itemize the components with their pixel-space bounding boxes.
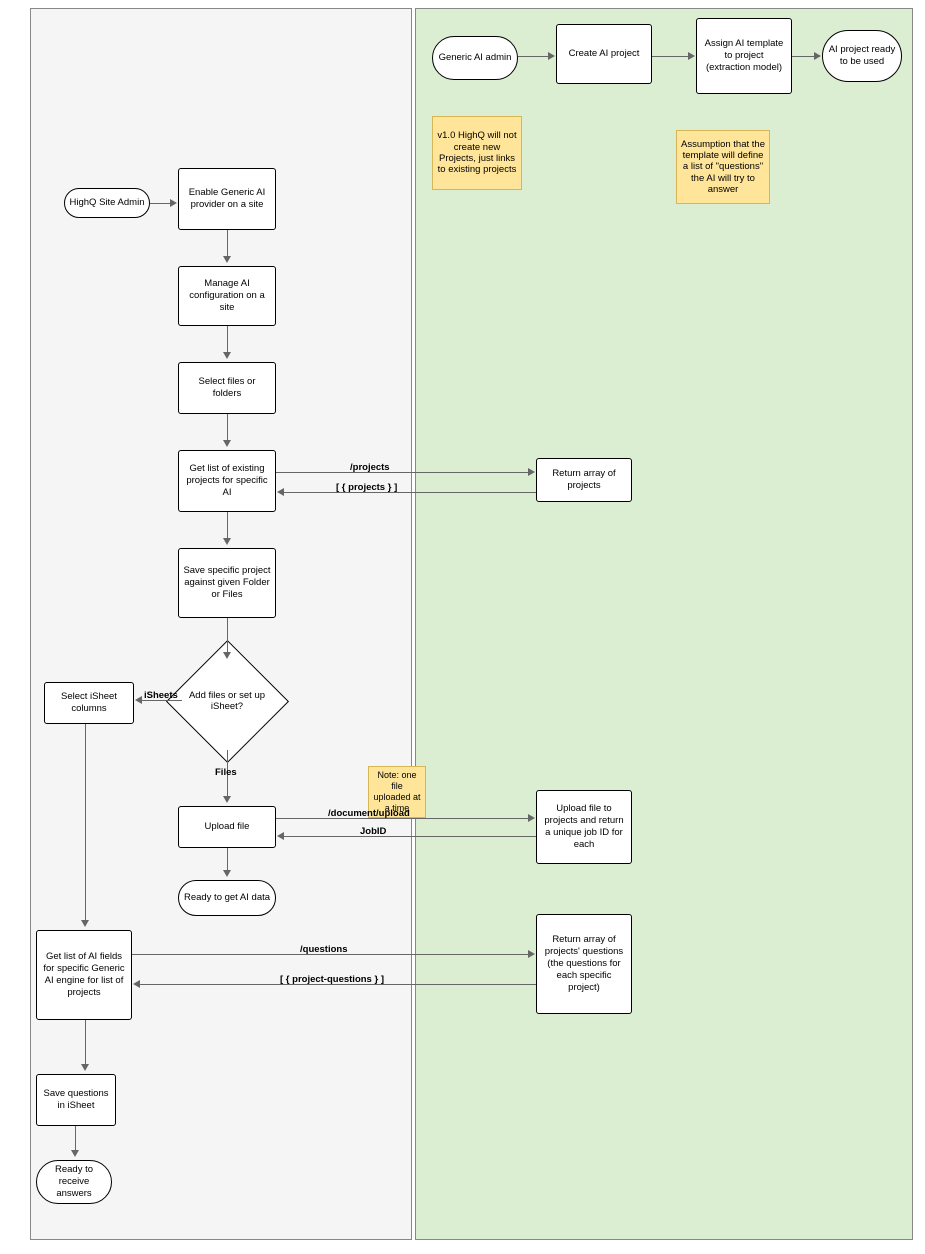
node-select-isheet-columns: Select iSheet columns — [44, 682, 134, 724]
swimlane-generic-ai — [415, 8, 913, 1240]
node-get-ai-fields: Get list of AI fields for specific Gener… — [36, 930, 132, 1020]
decision-label: Add files or set up iSheet? — [178, 690, 276, 713]
node-create-ai-project: Create AI project — [556, 24, 652, 84]
edge-label-questions-resp: [ { project-questions } ] — [280, 975, 384, 985]
edge-label-files: Files — [215, 768, 237, 778]
node-get-projects: Get list of existing projects for specif… — [178, 450, 276, 512]
node-return-questions: Return array of projects' questions (the… — [536, 914, 632, 1014]
sticky-assumption: Assumption that the template will define… — [676, 130, 770, 204]
edge-label-isheets: iSheets — [144, 691, 178, 701]
node-upload-return-jobid: Upload file to projects and return a uni… — [536, 790, 632, 864]
node-upload-file: Upload file — [178, 806, 276, 848]
node-return-projects: Return array of projects — [536, 458, 632, 502]
edge-label-upload-resp: JobID — [360, 827, 386, 837]
terminator-highq-admin: HighQ Site Admin — [64, 188, 150, 218]
node-assign-template: Assign AI template to project (extractio… — [696, 18, 792, 94]
sticky-v1-note: v1.0 HighQ will not create new Projects,… — [432, 116, 522, 190]
terminator-ready-ai-data: Ready to get AI data — [178, 880, 276, 916]
node-manage-config: Manage AI configuration on a site — [178, 266, 276, 326]
decision-files-or-isheet: Add files or set up iSheet? — [178, 652, 276, 750]
node-enable-provider: Enable Generic AI provider on a site — [178, 168, 276, 230]
edge-label-questions-req: /questions — [300, 945, 348, 955]
node-select-files: Select files or folders — [178, 362, 276, 414]
edge-label-projects-req: /projects — [350, 463, 390, 473]
terminator-ready-answers: Ready to receive answers — [36, 1160, 112, 1204]
node-save-project: Save specific project against given Fold… — [178, 548, 276, 618]
terminator-ai-project-ready: AI project ready to be used — [822, 30, 902, 82]
terminator-generic-ai-admin: Generic AI admin — [432, 36, 518, 80]
node-save-questions: Save questions in iSheet — [36, 1074, 116, 1126]
edge-label-projects-resp: [ { projects } ] — [336, 483, 397, 493]
edge-label-upload-req: /document/upload — [328, 809, 410, 819]
